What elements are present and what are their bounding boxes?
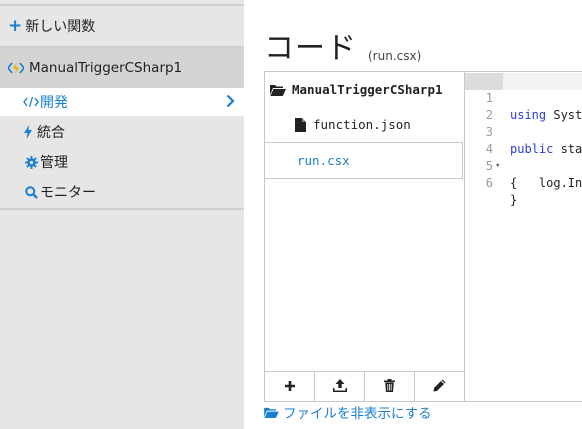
code-text: log.Info($"C# manually triggered functio… (538, 176, 582, 190)
code-line: 6 } (465, 158, 582, 207)
file-item-selected[interactable]: run.csx (265, 142, 463, 179)
code-text: } (510, 193, 518, 207)
folder-item[interactable]: ManualTriggerCSharp1 (270, 82, 443, 97)
code-editor[interactable]: 1 using System; 2 3 public static void R… (465, 71, 582, 402)
file-icon (295, 117, 306, 132)
add-file-button[interactable] (265, 372, 315, 401)
chevron-right-icon (226, 93, 235, 112)
nav-label: 管理 (40, 155, 68, 171)
folder-name: ManualTriggerCSharp1 (292, 82, 443, 97)
function-name: ManualTriggerCSharp1 (29, 60, 183, 76)
file-name: run.csx (297, 153, 350, 168)
nav-label: モニター (40, 185, 96, 201)
divider (0, 4, 244, 6)
rename-file-button[interactable] (415, 372, 464, 401)
nav-item-monitor[interactable]: モニター (0, 178, 244, 206)
code-line: 2 (465, 90, 582, 122)
bolt-icon (20, 125, 36, 139)
plus-icon: + (8, 15, 23, 36)
nav-label: 統合 (37, 125, 65, 141)
search-icon (23, 185, 39, 199)
upload-icon (332, 377, 347, 396)
nav-item-manage[interactable]: 管理 (0, 148, 244, 176)
new-function-button[interactable]: + 新しい関数 (8, 15, 95, 37)
file-toolbar (265, 371, 464, 401)
upload-button[interactable] (315, 372, 365, 401)
file-name: function.json (313, 117, 411, 132)
new-function-label: 新しい関数 (25, 19, 96, 35)
folder-open-icon (270, 84, 286, 96)
code-line: 1 using System; (465, 73, 582, 122)
nav-label: 開発 (40, 95, 68, 111)
file-explorer: ManualTriggerCSharp1 function.json run.c… (264, 71, 465, 402)
delete-file-button[interactable] (365, 372, 415, 401)
nav-item-develop[interactable]: 開発 (0, 88, 244, 116)
code-line: 4 ▾ { (465, 124, 582, 190)
line-number: 6 (485, 176, 493, 190)
nav-item-integrate[interactable]: 統合 (0, 118, 244, 146)
file-item[interactable]: function.json (295, 117, 411, 132)
code-line: 5 log.Info($"C# manually triggered funct… (465, 141, 582, 190)
sidebar: + 新しい関数 ManualTriggerCSharp1 開発 統合 管理 モニ… (0, 0, 244, 429)
edit-icon (433, 377, 446, 396)
hide-files-link[interactable]: ファイルを非表示にする (264, 402, 432, 422)
function-item[interactable]: ManualTriggerCSharp1 (0, 48, 244, 88)
page-title: コード (264, 31, 357, 66)
folder-open-icon (264, 407, 279, 418)
page-subtitle: (run.csx) (368, 49, 422, 63)
divider (0, 208, 244, 210)
code-icon (23, 96, 39, 108)
add-icon (284, 377, 296, 396)
delete-icon (384, 377, 395, 396)
hide-files-label: ファイルを非表示にする (283, 406, 432, 422)
gear-icon (23, 155, 39, 169)
code-line: 3 public static void Run(string input, T… (465, 107, 582, 156)
function-bolt-icon (8, 61, 24, 75)
